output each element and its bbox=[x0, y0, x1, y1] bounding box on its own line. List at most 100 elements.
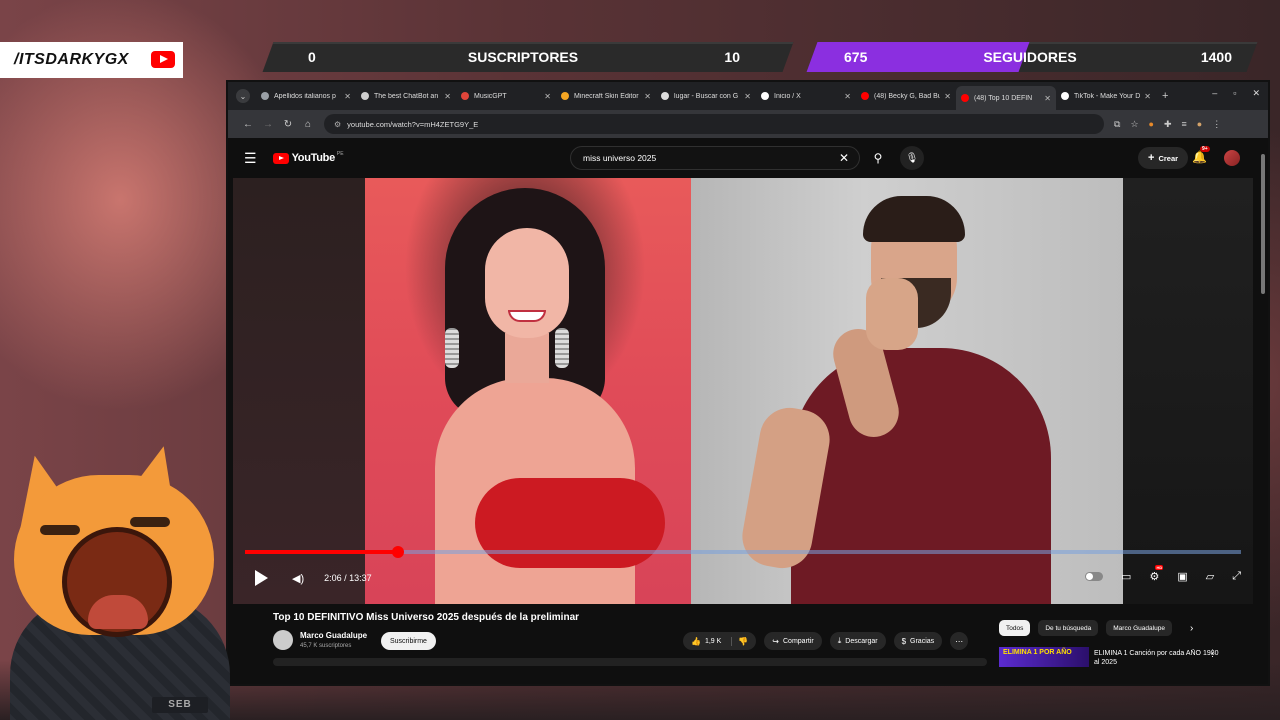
like-button[interactable]: 👍 1,9 K 👎 bbox=[683, 632, 757, 650]
thanks-button[interactable]: $ Gracias bbox=[893, 632, 943, 650]
video-progress-bar[interactable] bbox=[245, 546, 1241, 558]
close-tab-icon[interactable]: ✕ bbox=[744, 92, 751, 101]
channel-subscribers: 45,7 K suscriptores bbox=[300, 643, 352, 649]
browser-tab[interactable]: The best ChatBot an ✕ bbox=[356, 86, 456, 106]
recommended-thumbnail-text: ELIMINA 1 POR AÑO bbox=[1003, 649, 1072, 656]
extension-icons: ⧉ ☆ ● ✚ ≡ ● ⋮ bbox=[1114, 119, 1221, 130]
player-right-controls: ▭ ⚙ HD ▣ ▱ ⤢ bbox=[1085, 565, 1241, 583]
youtube-icon bbox=[861, 92, 869, 100]
subtitles-icon[interactable]: ▭ bbox=[1121, 570, 1131, 583]
recommended-video-menu-icon[interactable]: ⋮ bbox=[1208, 648, 1217, 659]
description-box[interactable] bbox=[273, 658, 987, 666]
region-code: PE bbox=[336, 151, 344, 157]
video-scrubber-handle[interactable] bbox=[392, 546, 404, 558]
media-icon[interactable]: ≡ bbox=[1182, 119, 1187, 130]
voice-search-icon[interactable]: 🎙 bbox=[900, 146, 924, 170]
search-icon[interactable]: ⚲ bbox=[864, 146, 892, 170]
extension-icon[interactable]: ● bbox=[1149, 119, 1154, 130]
browser-tab[interactable]: Minecraft Skin Editor ✕ bbox=[556, 86, 656, 106]
channel-avatar[interactable] bbox=[273, 630, 293, 650]
create-button[interactable]: + Crear bbox=[1138, 147, 1189, 169]
close-tab-icon[interactable]: ✕ bbox=[644, 92, 651, 101]
settings-gear-icon[interactable]: ⚙ HD bbox=[1149, 565, 1164, 583]
tab-label: Inicio / X bbox=[774, 92, 801, 100]
streamer-handle-badge: /ITSDARKYGX bbox=[0, 42, 183, 78]
new-tab-icon[interactable]: + bbox=[1162, 90, 1168, 102]
browser-tab[interactable]: lugar - Buscar con G ✕ bbox=[656, 86, 756, 106]
site-info-icon[interactable]: ⚙ bbox=[334, 120, 341, 129]
minecraft-icon bbox=[561, 92, 569, 100]
browser-tab[interactable]: Inicio / X ✕ bbox=[756, 86, 856, 106]
miniplayer-icon[interactable]: ▣ bbox=[1177, 570, 1187, 583]
video-title: Top 10 DEFINITIVO Miss Universo 2025 des… bbox=[273, 612, 580, 623]
recommended-video-thumbnail[interactable]: ELIMINA 1 POR AÑO bbox=[999, 647, 1089, 667]
recommended-video-title[interactable]: ELIMINA 1 Canción por cada AÑO 1980 al 2… bbox=[1094, 649, 1222, 667]
window-controls: – ▫ ✕ bbox=[1212, 88, 1260, 99]
youtube-home-logo[interactable]: YouTube PE bbox=[272, 151, 344, 164]
video-frame-contestant bbox=[365, 178, 691, 604]
volume-icon[interactable]: ◀) bbox=[292, 572, 304, 585]
puzzle-icon[interactable]: ✚ bbox=[1164, 119, 1172, 130]
profile-icon[interactable]: ● bbox=[1197, 119, 1202, 130]
share-button[interactable]: ↪ Compartir bbox=[764, 632, 822, 650]
page-scrollbar[interactable] bbox=[1261, 154, 1265, 294]
close-tab-icon[interactable]: ✕ bbox=[944, 92, 951, 101]
cast-icon[interactable]: ⧉ bbox=[1114, 119, 1120, 130]
thumbs-down-icon[interactable]: 👎 bbox=[731, 636, 748, 646]
close-tab-icon[interactable]: ✕ bbox=[344, 92, 351, 101]
minimize-icon[interactable]: – bbox=[1212, 88, 1217, 99]
forward-icon[interactable]: → bbox=[258, 119, 278, 130]
youtube-play-logo-icon bbox=[272, 152, 289, 164]
youtube-header: ☰ YouTube PE miss universo 2025 ✕ ⚲ 🎙 + … bbox=[228, 138, 1268, 178]
tiktok-icon bbox=[1061, 92, 1069, 100]
video-frame-presenter bbox=[691, 178, 1123, 604]
autoplay-toggle[interactable] bbox=[1085, 572, 1104, 581]
close-window-icon[interactable]: ✕ bbox=[1252, 88, 1260, 99]
browser-tab[interactable]: (48) Top 10 DEFIN ✕ bbox=[956, 86, 1056, 110]
reload-icon[interactable]: ↻ bbox=[278, 119, 298, 130]
streamer-handle: /ITSDARKYGX bbox=[14, 51, 129, 68]
play-icon[interactable] bbox=[255, 570, 268, 586]
browser-tab[interactable]: (48) Becky G, Bad Bu ✕ bbox=[856, 86, 956, 106]
notifications-bell-icon[interactable]: 🔔 9+ bbox=[1192, 146, 1210, 164]
channel-name[interactable]: Marco Guadalupe bbox=[300, 631, 367, 640]
chevron-right-icon[interactable]: › bbox=[1190, 623, 1193, 634]
more-actions-icon[interactable]: ⋯ bbox=[950, 632, 969, 650]
like-count: 1,9 K bbox=[704, 637, 722, 645]
thanks-icon: $ bbox=[901, 636, 907, 646]
clear-search-icon[interactable]: ✕ bbox=[839, 151, 849, 165]
tab-bar: ⌄ Apellidos italianos p ✕ The best ChatBot… bbox=[228, 82, 1268, 110]
hamburger-menu-icon[interactable]: ☰ bbox=[244, 150, 257, 167]
tab-list: Apellidos italianos p ✕ The best ChatBot a… bbox=[256, 82, 1156, 110]
chip-from-search[interactable]: De tu búsqueda bbox=[1038, 620, 1099, 636]
close-tab-icon[interactable]: ✕ bbox=[544, 92, 551, 101]
home-icon[interactable]: ⌂ bbox=[298, 119, 318, 130]
close-tab-icon[interactable]: ✕ bbox=[1144, 92, 1151, 101]
chip-channel[interactable]: Marco Guadalupe bbox=[1106, 620, 1172, 636]
tab-search-icon[interactable]: ⌄ bbox=[236, 89, 250, 103]
player-controls: ◀) 2:06 / 13:37 ▭ ⚙ HD ▣ ▱ ⤢ bbox=[233, 562, 1253, 594]
close-tab-icon[interactable]: ✕ bbox=[1044, 94, 1051, 103]
bookmark-star-icon[interactable]: ☆ bbox=[1130, 119, 1138, 130]
chip-all[interactable]: Todos bbox=[999, 620, 1031, 636]
browser-menu-icon[interactable]: ⋮ bbox=[1212, 119, 1221, 130]
browser-tab[interactable]: MusicGPT ✕ bbox=[456, 86, 556, 106]
browser-tab[interactable]: Apellidos italianos p ✕ bbox=[256, 86, 356, 106]
maximize-icon[interactable]: ▫ bbox=[1233, 88, 1236, 99]
cat-mascot-avatar: SEB bbox=[0, 437, 240, 720]
close-tab-icon[interactable]: ✕ bbox=[444, 92, 451, 101]
followers-goal: 675 SEGUIDORES 1400 bbox=[812, 42, 1252, 72]
fullscreen-icon[interactable]: ⤢ bbox=[1232, 570, 1241, 583]
search-input[interactable]: miss universo 2025 ✕ bbox=[570, 146, 860, 170]
cast-to-tv-icon[interactable]: ▱ bbox=[1206, 570, 1214, 583]
browser-tab[interactable]: TikTok - Make Your D ✕ bbox=[1056, 86, 1156, 106]
subscribe-button[interactable]: Suscribirme bbox=[381, 632, 436, 650]
video-player[interactable]: ◀) 2:06 / 13:37 ▭ ⚙ HD ▣ ▱ ⤢ bbox=[233, 178, 1253, 604]
account-avatar[interactable] bbox=[1224, 150, 1240, 166]
thanks-label: Gracias bbox=[910, 637, 935, 645]
close-tab-icon[interactable]: ✕ bbox=[844, 92, 851, 101]
url-field[interactable]: ⚙ youtube.com/watch?v=mH4ZETG9Y_E bbox=[324, 114, 1104, 134]
back-icon[interactable]: ← bbox=[238, 119, 258, 130]
download-button[interactable]: ⤓ Descargar bbox=[829, 632, 886, 650]
tab-label: TikTok - Make Your D bbox=[1074, 92, 1140, 100]
